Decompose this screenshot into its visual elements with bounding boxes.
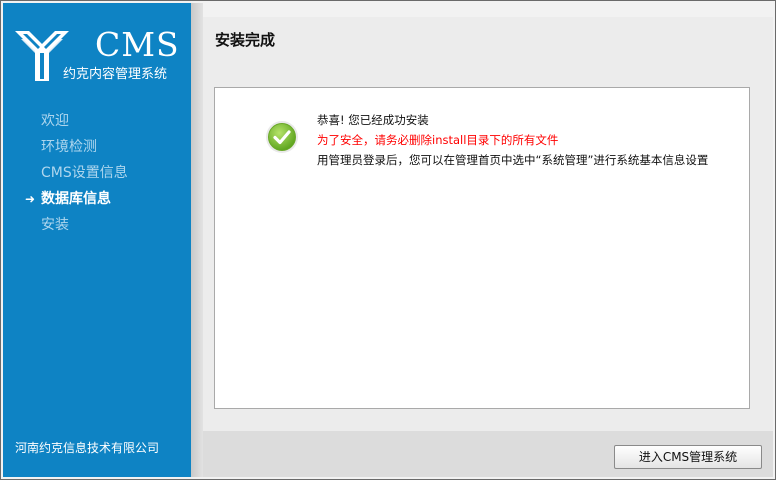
page-title: 安装完成 bbox=[215, 31, 276, 49]
step-label: 安装 bbox=[41, 217, 69, 233]
result-messages: 恭喜! 您已经成功安装 为了安全，请务必删除install目录下的所有文件 用管… bbox=[317, 110, 747, 170]
sidebar: CMS 约克内容管理系统 欢迎 环境检测 CMS设置信息 ➜ 数据库信息 安装 … bbox=[3, 3, 191, 477]
step-label: 环境检测 bbox=[41, 139, 97, 155]
enter-cms-button[interactable]: 进入CMS管理系统 bbox=[614, 445, 762, 469]
installer-window: CMS 约克内容管理系统 欢迎 环境检测 CMS设置信息 ➜ 数据库信息 安装 … bbox=[0, 0, 776, 480]
logo-subtitle: 约克内容管理系统 bbox=[63, 67, 168, 82]
next-steps-hint: 用管理员登录后，您可以在管理首页中选中“系统管理”进行系统基本信息设置 bbox=[317, 153, 709, 167]
main-panel: 安装完成 恭喜! 您已经成功安装 为了安全，请务必删除install目录下的所有… bbox=[203, 17, 773, 431]
logo: CMS 约克内容管理系统 bbox=[13, 27, 183, 87]
step-database-info: ➜ 数据库信息 bbox=[3, 189, 191, 215]
divider bbox=[191, 3, 203, 477]
step-label: 数据库信息 bbox=[41, 191, 111, 207]
step-install: 安装 bbox=[3, 215, 191, 241]
logo-text: CMS bbox=[95, 25, 180, 64]
step-environment-check: 环境检测 bbox=[3, 137, 191, 163]
step-label: CMS设置信息 bbox=[41, 165, 128, 181]
company-name: 河南约克信息技术有限公司 bbox=[15, 441, 160, 455]
check-circle-icon bbox=[266, 121, 298, 153]
security-warning: 为了安全，请务必删除install目录下的所有文件 bbox=[317, 133, 559, 147]
step-cms-settings: CMS设置信息 bbox=[3, 163, 191, 189]
install-steps: 欢迎 环境检测 CMS设置信息 ➜ 数据库信息 安装 bbox=[3, 111, 191, 241]
success-message: 恭喜! 您已经成功安装 bbox=[317, 113, 429, 127]
step-welcome: 欢迎 bbox=[3, 111, 191, 137]
result-box: 恭喜! 您已经成功安装 为了安全，请务必删除install目录下的所有文件 用管… bbox=[214, 87, 750, 409]
arrow-right-icon: ➜ bbox=[25, 192, 36, 206]
step-label: 欢迎 bbox=[41, 113, 69, 129]
footer-bar: 进入CMS管理系统 bbox=[203, 431, 773, 477]
